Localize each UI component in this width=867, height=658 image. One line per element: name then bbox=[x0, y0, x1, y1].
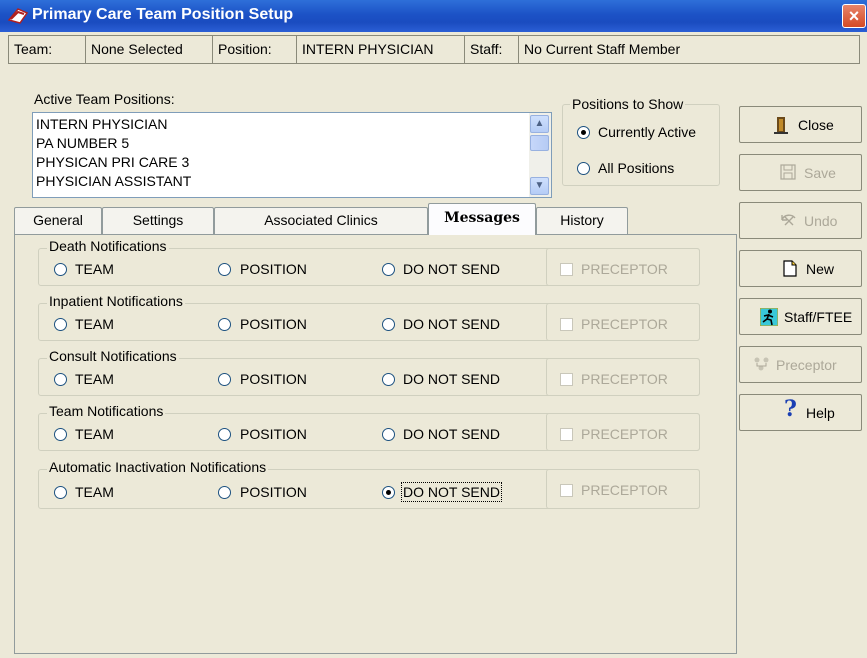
staff-ftee-button[interactable]: Staff/FTEE bbox=[739, 298, 862, 335]
team-radio-label[interactable]: TEAM bbox=[75, 426, 114, 442]
scroll-thumb[interactable] bbox=[530, 135, 549, 151]
new-button-label: New bbox=[806, 261, 835, 277]
staff-value: No Current Staff Member bbox=[524, 41, 681, 57]
preceptor-checkbox[interactable] bbox=[560, 428, 573, 441]
active-positions-label: Active Team Positions: bbox=[34, 91, 175, 107]
new-button[interactable]: New bbox=[739, 250, 862, 287]
preceptor-button[interactable]: Preceptor bbox=[739, 346, 862, 383]
close-button-label: Close bbox=[798, 117, 834, 133]
list-item[interactable]: INTERN PHYSICIAN bbox=[36, 116, 167, 132]
do-not-send-radio-label[interactable]: DO NOT SEND bbox=[403, 371, 500, 387]
people-tree-icon bbox=[752, 356, 772, 377]
undo-icon bbox=[780, 212, 798, 231]
preceptor-button-label: Preceptor bbox=[776, 357, 837, 373]
running-person-icon bbox=[759, 307, 779, 329]
help-button[interactable]: ? Help bbox=[739, 394, 862, 431]
undo-button-label: Undo bbox=[804, 213, 838, 229]
team-radio[interactable] bbox=[54, 373, 67, 386]
positions-to-show-label: Positions to Show bbox=[570, 96, 686, 112]
do-not-send-radio-label[interactable]: DO NOT SEND bbox=[403, 316, 500, 332]
preceptor-checkbox-label[interactable]: PRECEPTOR bbox=[581, 371, 668, 387]
preceptor-checkbox-label[interactable]: PRECEPTOR bbox=[581, 261, 668, 277]
all-positions-radio[interactable] bbox=[577, 162, 590, 175]
position-radio[interactable] bbox=[218, 428, 231, 441]
do-not-send-radio[interactable] bbox=[382, 428, 395, 441]
active-positions-list[interactable]: INTERN PHYSICIAN PA NUMBER 5 PHYSICAN PR… bbox=[32, 112, 552, 198]
tab-history[interactable]: History bbox=[536, 207, 628, 234]
currently-active-radio[interactable] bbox=[577, 126, 590, 139]
tab-messages[interactable]: Messages bbox=[428, 203, 536, 235]
staff-label: Staff: bbox=[465, 36, 519, 63]
preceptor-checkbox-label[interactable]: PRECEPTOR bbox=[581, 426, 668, 442]
group-title: Consult Notifications bbox=[47, 348, 179, 364]
position-radio[interactable] bbox=[218, 486, 231, 499]
list-item[interactable]: PHYSICIAN ASSISTANT bbox=[36, 173, 191, 189]
preceptor-checkbox-label[interactable]: PRECEPTOR bbox=[581, 316, 668, 332]
position-radio[interactable] bbox=[218, 373, 231, 386]
save-button-label: Save bbox=[804, 165, 836, 181]
do-not-send-radio-label[interactable]: DO NOT SEND bbox=[403, 261, 500, 277]
group-title: Automatic Inactivation Notifications bbox=[47, 459, 269, 475]
undo-button[interactable]: Undo bbox=[739, 202, 862, 239]
list-scrollbar[interactable]: ▲ ▼ bbox=[529, 113, 551, 197]
scroll-up-icon[interactable]: ▲ bbox=[530, 115, 549, 133]
group-title: Death Notifications bbox=[47, 238, 169, 254]
team-setup-icon bbox=[7, 8, 29, 24]
help-button-label: Help bbox=[806, 405, 835, 421]
list-item[interactable]: PA NUMBER 5 bbox=[36, 135, 129, 151]
do-not-send-radio[interactable] bbox=[382, 486, 395, 499]
do-not-send-radio-label[interactable]: DO NOT SEND bbox=[403, 426, 500, 442]
team-radio-label[interactable]: TEAM bbox=[75, 484, 114, 500]
position-radio-label[interactable]: POSITION bbox=[240, 316, 307, 332]
save-button[interactable]: Save bbox=[739, 154, 862, 191]
question-mark-icon: ? bbox=[784, 396, 797, 422]
position-radio-label[interactable]: POSITION bbox=[240, 484, 307, 500]
team-radio[interactable] bbox=[54, 428, 67, 441]
preceptor-checkbox[interactable] bbox=[560, 484, 573, 497]
team-radio[interactable] bbox=[54, 486, 67, 499]
window-close-button[interactable]: × bbox=[842, 4, 866, 28]
position-radio-label[interactable]: POSITION bbox=[240, 426, 307, 442]
scroll-down-icon[interactable]: ▼ bbox=[530, 177, 549, 195]
floppy-disk-icon bbox=[780, 164, 796, 183]
team-radio-label[interactable]: TEAM bbox=[75, 371, 114, 387]
preceptor-checkbox[interactable] bbox=[560, 263, 573, 276]
do-not-send-radio[interactable] bbox=[382, 263, 395, 276]
group-title: Team Notifications bbox=[47, 403, 166, 419]
position-radio[interactable] bbox=[218, 263, 231, 276]
team-value: None Selected bbox=[86, 36, 213, 63]
tab-general[interactable]: General bbox=[14, 207, 102, 234]
window-title: Primary Care Team Position Setup bbox=[32, 6, 294, 23]
group-title: Inpatient Notifications bbox=[47, 293, 185, 309]
info-bar: Team: None Selected Position: INTERN PHY… bbox=[8, 35, 860, 64]
currently-active-label[interactable]: Currently Active bbox=[598, 124, 696, 140]
position-value: INTERN PHYSICIAN bbox=[297, 36, 465, 63]
tab-associated-clinics[interactable]: Associated Clinics bbox=[214, 207, 428, 234]
title-bar: Primary Care Team Position Setup × bbox=[0, 0, 867, 32]
do-not-send-radio-label[interactable]: DO NOT SEND bbox=[401, 482, 502, 502]
tab-settings[interactable]: Settings bbox=[102, 207, 214, 234]
staff-ftee-button-label: Staff/FTEE bbox=[784, 309, 853, 325]
list-item[interactable]: PHYSICAN PRI CARE 3 bbox=[36, 154, 189, 170]
position-radio-label[interactable]: POSITION bbox=[240, 371, 307, 387]
do-not-send-radio[interactable] bbox=[382, 318, 395, 331]
preceptor-checkbox-label[interactable]: PRECEPTOR bbox=[581, 482, 668, 498]
position-label: Position: bbox=[213, 36, 297, 63]
all-positions-label[interactable]: All Positions bbox=[598, 160, 674, 176]
team-radio-label[interactable]: TEAM bbox=[75, 316, 114, 332]
do-not-send-radio[interactable] bbox=[382, 373, 395, 386]
team-radio[interactable] bbox=[54, 318, 67, 331]
team-radio[interactable] bbox=[54, 263, 67, 276]
close-button[interactable]: Close bbox=[739, 106, 862, 143]
preceptor-checkbox[interactable] bbox=[560, 373, 573, 386]
team-radio-label[interactable]: TEAM bbox=[75, 261, 114, 277]
new-document-icon bbox=[782, 260, 798, 280]
team-label: Team: bbox=[9, 36, 86, 63]
door-exit-icon bbox=[772, 116, 790, 137]
position-radio[interactable] bbox=[218, 318, 231, 331]
preceptor-checkbox[interactable] bbox=[560, 318, 573, 331]
position-radio-label[interactable]: POSITION bbox=[240, 261, 307, 277]
